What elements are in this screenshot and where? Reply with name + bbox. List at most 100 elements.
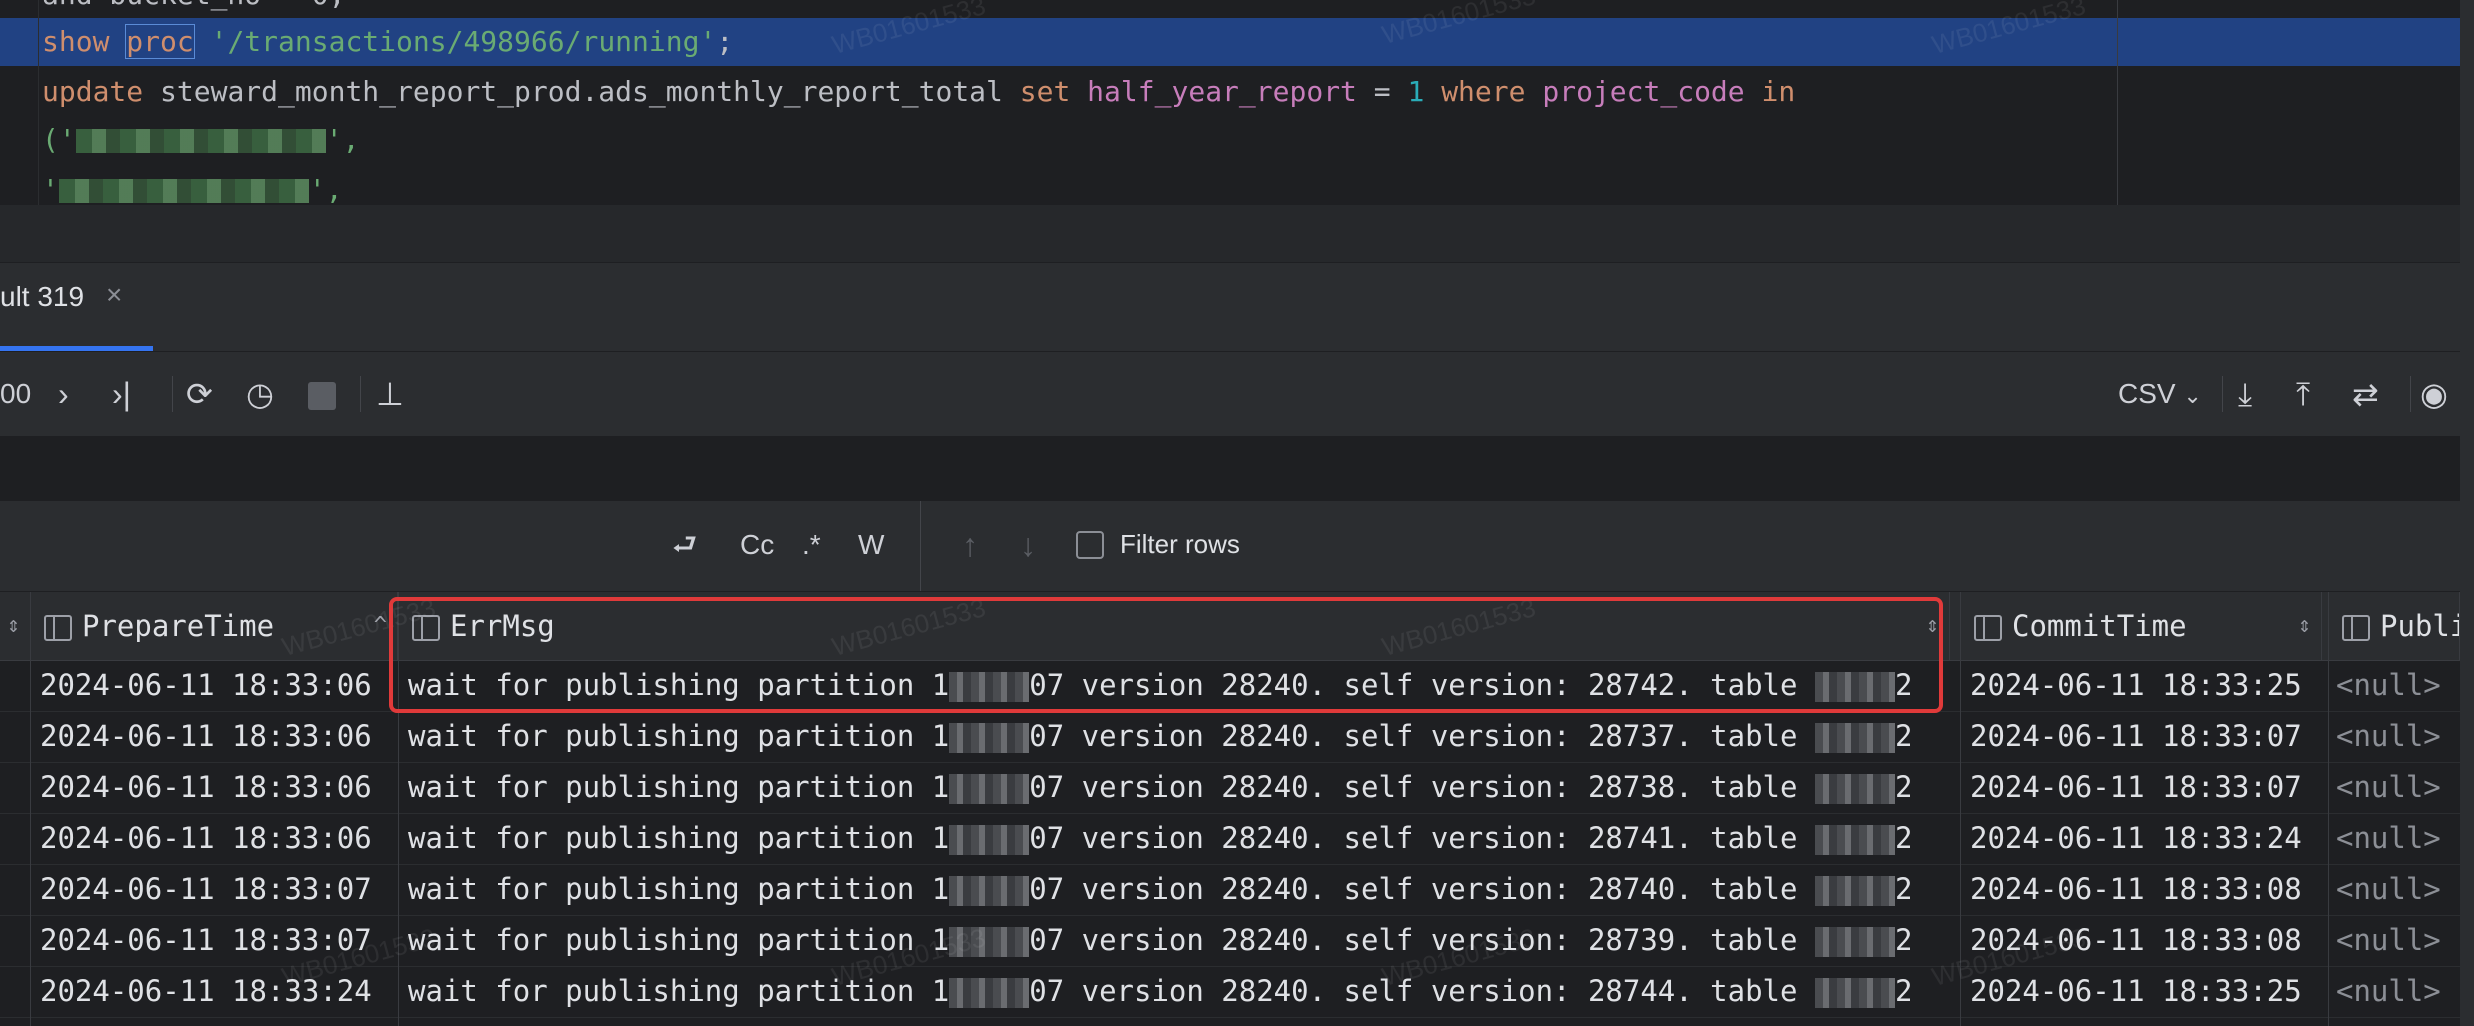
cell-text: 2024-06-11 18:33:06 [40, 770, 372, 804]
cell-text: 2 [1894, 770, 1913, 804]
compare-icon[interactable]: ⇄ [2352, 374, 2379, 414]
cell-errmsg[interactable]: wait for publishing partition 1 07 versio… [408, 762, 1956, 813]
table-row[interactable]: 2024-06-11 18:33:07 wait for publishing p… [0, 915, 2474, 967]
regex-button[interactable]: .* [802, 525, 821, 565]
pin-icon[interactable]: ⊥ [376, 374, 404, 414]
cell-errmsg[interactable]: wait for publishing partition 1 07 versio… [408, 915, 1956, 966]
cell-preparetime[interactable]: 2024-06-11 18:33:07 [40, 915, 396, 966]
tab-label: ult 319 [0, 281, 85, 312]
arrow-down-icon[interactable]: ↓ [1020, 525, 1036, 565]
cell-preparetime[interactable]: 2024-06-11 18:33:06 [40, 813, 396, 864]
cell-publish[interactable]: <null> [2336, 813, 2460, 864]
cell-preparetime[interactable]: 2024-06-11 18:33:06 [40, 762, 396, 813]
redacted-value [1814, 774, 1895, 804]
cell-text: wait for publishing partition 1 [408, 668, 950, 702]
last-page-icon[interactable]: ›| [112, 374, 131, 414]
cell-preparetime[interactable]: 2024-06-11 18:33:06 [40, 711, 396, 762]
redacted-value [949, 672, 1030, 702]
cell-errmsg[interactable]: wait for publishing partition 1 07 versio… [408, 966, 1956, 1017]
cell-publish[interactable]: <null> [2336, 762, 2460, 813]
redacted-value [949, 723, 1030, 753]
cell-text: 2024-06-11 18:33:06 [40, 821, 372, 855]
cell-preparetime[interactable]: 2024-06-11 18:33:06 [40, 660, 396, 711]
cell-text: 07 version 28240. self version: 28741. t… [1029, 821, 1815, 855]
cell-errmsg[interactable]: wait for publishing partition 1 07 versio… [408, 711, 1956, 762]
keyword-show: show [42, 25, 110, 58]
next-page-icon[interactable]: › [58, 374, 69, 414]
cell-errmsg[interactable]: wait for publishing partition 1 07 versio… [408, 660, 1956, 711]
page-size-value[interactable]: 00 [0, 374, 31, 414]
column-header-publish[interactable]: Publi [2330, 592, 2460, 660]
code-line-2[interactable]: update steward_month_report_prod.ads_mon… [42, 67, 1795, 117]
download-icon[interactable]: ⤓ [2238, 374, 2252, 414]
active-tab-indicator [0, 346, 153, 351]
redacted-value [1814, 927, 1895, 957]
wrap-toggle-icon[interactable]: ⮐ [672, 525, 697, 565]
cell-publish[interactable]: <null> [2336, 966, 2460, 1017]
keyword-proc: proc [125, 24, 195, 59]
table-row[interactable]: 2024-06-11 18:33:07 wait for publishing p… [0, 864, 2474, 916]
cell-committime[interactable]: 2024-06-11 18:33:25 [1970, 966, 2326, 1017]
cell-text: 2024-06-11 18:33:06 [40, 719, 372, 753]
table-row[interactable]: 2024-06-11 18:33:06 wait for publishing p… [0, 711, 2474, 763]
cell-publish[interactable]: <null> [2336, 660, 2460, 711]
redacted-value [949, 876, 1030, 906]
results-grid[interactable]: ⇕ PrepareTime ^ ErrMsg ⇕ CommitTime ⇕ Publi… [0, 592, 2474, 1026]
code-line-1[interactable]: show proc '/transactions/498966/running'… [42, 17, 733, 67]
cell-committime[interactable]: 2024-06-11 18:33:24 [1970, 813, 2326, 864]
export-format-dropdown[interactable]: CSV ⌄ [2118, 374, 2202, 416]
table-row[interactable]: 2024-06-11 18:33:06 wait for publishing p… [0, 813, 2474, 865]
tab-results[interactable]: ult 319 × [0, 263, 153, 351]
cell-committime[interactable]: 2024-06-11 18:33:25 [1970, 660, 2326, 711]
whole-words-button[interactable]: W [858, 525, 884, 565]
cell-publish[interactable]: <null> [2336, 915, 2460, 966]
column-icon [44, 615, 72, 641]
cell-publish[interactable]: <null> [2336, 711, 2460, 762]
table-row[interactable]: 2024-06-11 18:33:06 wait for publishing p… [0, 762, 2474, 814]
table-row[interactable]: 2024-06-11 18:33:24 wait for publishing p… [0, 966, 2474, 1018]
view-icon[interactable]: ◉ [2420, 374, 2448, 414]
column-header-errmsg[interactable]: ErrMsg ⇕ [400, 592, 1950, 660]
redacted-value [1814, 825, 1895, 855]
search-options-bar: ⮐ Cc .* W ↑ ↓ Filter rows [0, 500, 2474, 592]
cell-errmsg[interactable]: wait for publishing partition 1 07 versio… [408, 813, 1956, 864]
keyword-where: where [1424, 75, 1526, 108]
keyword-in: in [1744, 75, 1796, 108]
column-header-preparetime[interactable]: PrepareTime ^ [32, 592, 398, 660]
cell-committime[interactable]: 2024-06-11 18:33:08 [1970, 864, 2326, 915]
cell-text: <null> [2336, 923, 2441, 957]
code-text: and bucket_no = 0; [42, 0, 345, 11]
sort-asc-icon: ^ [373, 613, 387, 638]
table-row[interactable]: 2024-06-11 18:33:06 wait for publishing p… [0, 660, 2474, 712]
history-icon[interactable]: ◷ [246, 374, 274, 414]
cell-publish[interactable]: <null> [2336, 864, 2460, 915]
cell-text: 07 version 28240. self version: 28739. t… [1029, 923, 1815, 957]
upload-icon[interactable]: ⤒ [2296, 374, 2310, 414]
cell-committime[interactable]: 2024-06-11 18:33:08 [1970, 915, 2326, 966]
cell-preparetime[interactable]: 2024-06-11 18:33:07 [40, 864, 396, 915]
stop-icon[interactable] [308, 382, 336, 410]
redacted-value [1814, 876, 1895, 906]
close-tab-icon[interactable]: × [106, 279, 122, 311]
cell-text: 2024-06-11 18:33:24 [1970, 821, 2302, 855]
cell-errmsg[interactable]: wait for publishing partition 1 07 versio… [408, 864, 1956, 915]
code-line-3[interactable]: (' ', [42, 115, 359, 165]
match-case-button[interactable]: Cc [740, 525, 774, 565]
cell-text: wait for publishing partition 1 [408, 821, 950, 855]
cell-text: 2024-06-11 18:33:08 [1970, 872, 2302, 906]
redacted-value [949, 927, 1030, 957]
cell-committime[interactable]: 2024-06-11 18:33:07 [1970, 711, 2326, 762]
arrow-up-icon[interactable]: ↑ [962, 525, 978, 565]
column-header-prev[interactable]: ⇕ [0, 592, 31, 660]
string-open: ' [42, 173, 59, 206]
column-divider [2328, 592, 2329, 1026]
redacted-value [949, 774, 1030, 804]
refresh-icon[interactable]: ⟳ [186, 374, 213, 414]
cell-text: 2024-06-11 18:33:24 [40, 974, 372, 1008]
cell-preparetime[interactable]: 2024-06-11 18:33:24 [40, 966, 396, 1017]
filter-rows-label: Filter rows [1120, 529, 1240, 559]
redacted-value [1814, 978, 1895, 1008]
filter-rows-checkbox[interactable] [1076, 531, 1104, 559]
column-header-committime[interactable]: CommitTime ⇕ [1962, 592, 2322, 660]
cell-committime[interactable]: 2024-06-11 18:33:07 [1970, 762, 2326, 813]
